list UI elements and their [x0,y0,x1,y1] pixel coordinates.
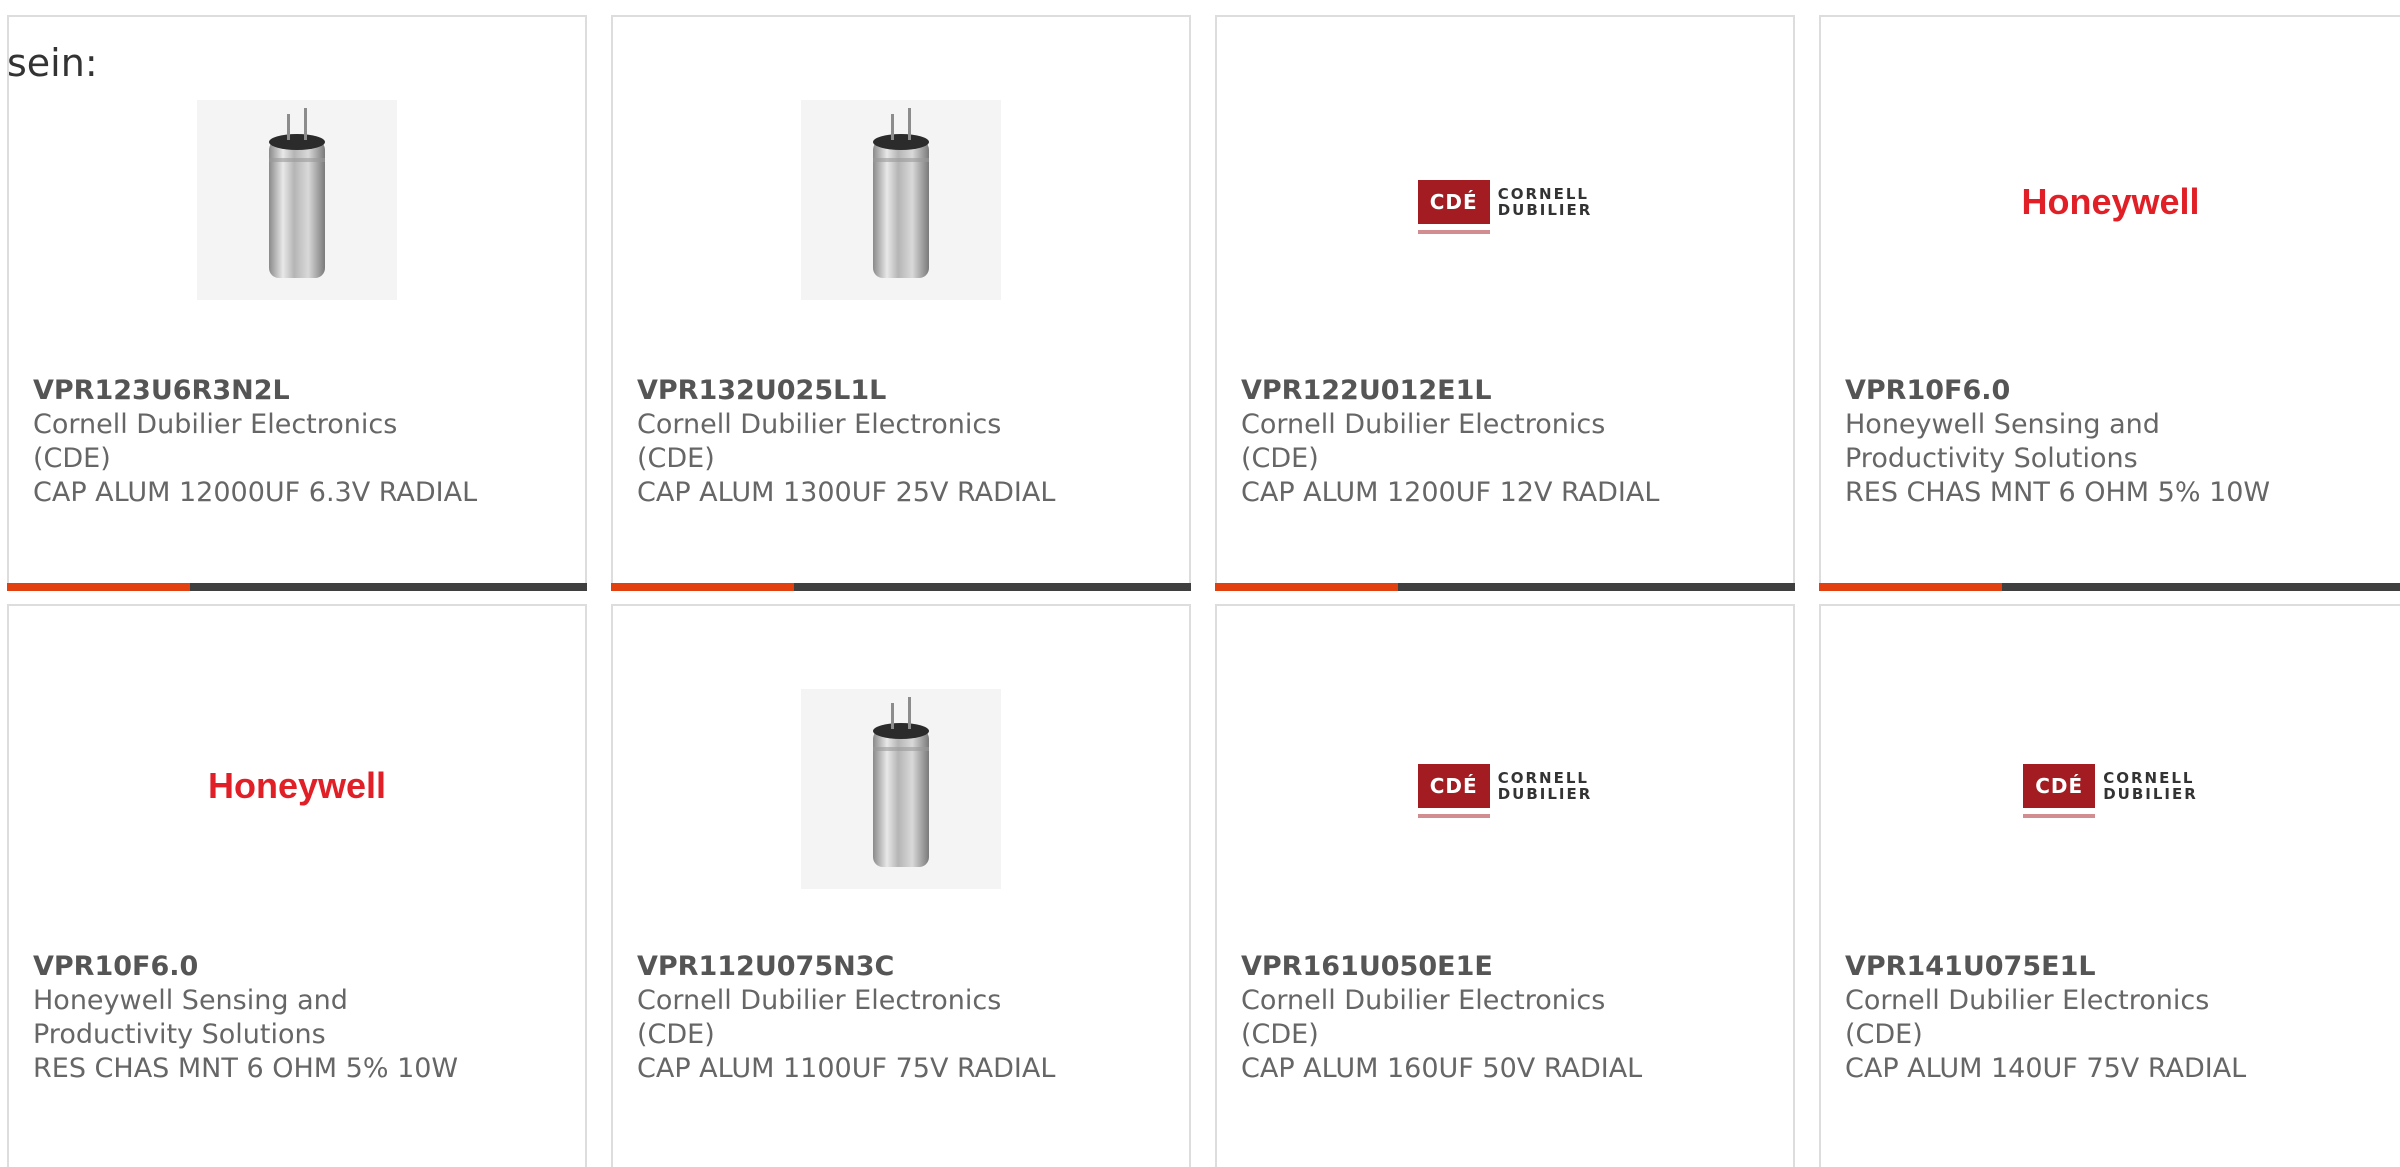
capacitor-photo [197,100,397,300]
cde-line1: CORNELL [1497,769,1589,787]
cde-mark: CDÉ [2023,764,2096,818]
product-card[interactable]: CDÉ CORNELL DUBILIER VPR141U075E1L Corne… [1819,604,2400,1167]
manufacturer: Cornell Dubilier Electronics (CDE) [1241,409,1606,474]
part-number[interactable]: VPR123U6R3N2L [33,374,561,408]
cde-mark: CDÉ [1417,764,1490,818]
description: CAP ALUM 1100UF 75V RADIAL [637,1053,1056,1084]
cde-logo: CDÉ CORNELL DUBILIER [1417,180,1593,234]
product-image[interactable]: Honeywell [1821,117,2400,287]
card-bar [611,583,1191,591]
product-image[interactable]: CDÉ CORNELL DUBILIER [1821,701,2400,871]
cde-line1: CORNELL [2103,769,2195,787]
part-number[interactable]: VPR122U012E1L [1241,374,1769,408]
product-image[interactable]: CDÉ CORNELL DUBILIER [1217,701,1793,871]
product-card[interactable]: VPR123U6R3N2L Cornell Dubilier Electroni… [7,15,587,591]
product-image[interactable] [613,87,1189,313]
part-number[interactable]: VPR161U050E1E [1241,950,1769,984]
description: CAP ALUM 160UF 50V RADIAL [1241,1053,1643,1084]
card-bar [7,583,587,591]
product-card[interactable]: CDÉ CORNELL DUBILIER VPR122U012E1L Corne… [1215,15,1795,591]
part-number[interactable]: VPR132U025L1L [637,374,1165,408]
cde-line2: DUBILIER [1497,785,1593,803]
cde-logo: CDÉ CORNELL DUBILIER [2023,764,2198,818]
part-number[interactable]: VPR10F6.0 [33,950,561,984]
card-bar [1819,583,2400,591]
part-number[interactable]: VPR10F6.0 [1845,374,2376,408]
description: RES CHAS MNT 6 OHM 5% 10W [33,1053,459,1084]
manufacturer: Cornell Dubilier Electronics (CDE) [33,409,398,474]
manufacturer: Cornell Dubilier Electronics (CDE) [1241,985,1606,1050]
part-number[interactable]: VPR141U075E1L [1845,950,2376,984]
manufacturer: Cornell Dubilier Electronics (CDE) [637,409,1002,474]
manufacturer: Honeywell Sensing and Productivity Solut… [1845,409,2160,474]
honeywell-logo: Honeywell [2021,181,2200,222]
product-card[interactable]: VPR132U025L1L Cornell Dubilier Electroni… [611,15,1191,591]
description: CAP ALUM 1200UF 12V RADIAL [1241,477,1660,508]
product-image[interactable]: Honeywell [9,701,585,871]
manufacturer: Cornell Dubilier Electronics (CDE) [1845,985,2210,1050]
description: RES CHAS MNT 6 OHM 5% 10W [1845,477,2271,508]
part-number[interactable]: VPR112U075N3C [637,950,1165,984]
manufacturer: Cornell Dubilier Electronics (CDE) [637,985,1002,1050]
capacitor-photo [801,689,1001,889]
description: CAP ALUM 1300UF 25V RADIAL [637,477,1056,508]
product-card[interactable]: CDÉ CORNELL DUBILIER VPR161U050E1E Corne… [1215,604,1795,1167]
product-card[interactable]: VPR112U075N3C Cornell Dubilier Electroni… [611,604,1191,1167]
product-card[interactable]: Honeywell VPR10F6.0 Honeywell Sensing an… [1819,15,2400,591]
manufacturer: Honeywell Sensing and Productivity Solut… [33,985,348,1050]
cde-line2: DUBILIER [2103,785,2198,803]
cde-logo: CDÉ CORNELL DUBILIER [1417,764,1593,818]
cde-mark: CDÉ [1417,180,1490,234]
description: CAP ALUM 140UF 75V RADIAL [1845,1053,2247,1084]
card-bar [1215,583,1795,591]
product-card[interactable]: Honeywell VPR10F6.0 Honeywell Sensing an… [7,604,587,1167]
intro-text: sein: [7,41,98,85]
product-image[interactable]: CDÉ CORNELL DUBILIER [1217,117,1793,287]
honeywell-logo: Honeywell [207,765,387,806]
capacitor-photo [801,100,1001,300]
description: CAP ALUM 12000UF 6.3V RADIAL [33,477,478,508]
product-image[interactable] [9,87,585,313]
cde-line1: CORNELL [1497,185,1589,203]
product-image[interactable] [613,676,1189,902]
cde-line2: DUBILIER [1497,201,1593,219]
